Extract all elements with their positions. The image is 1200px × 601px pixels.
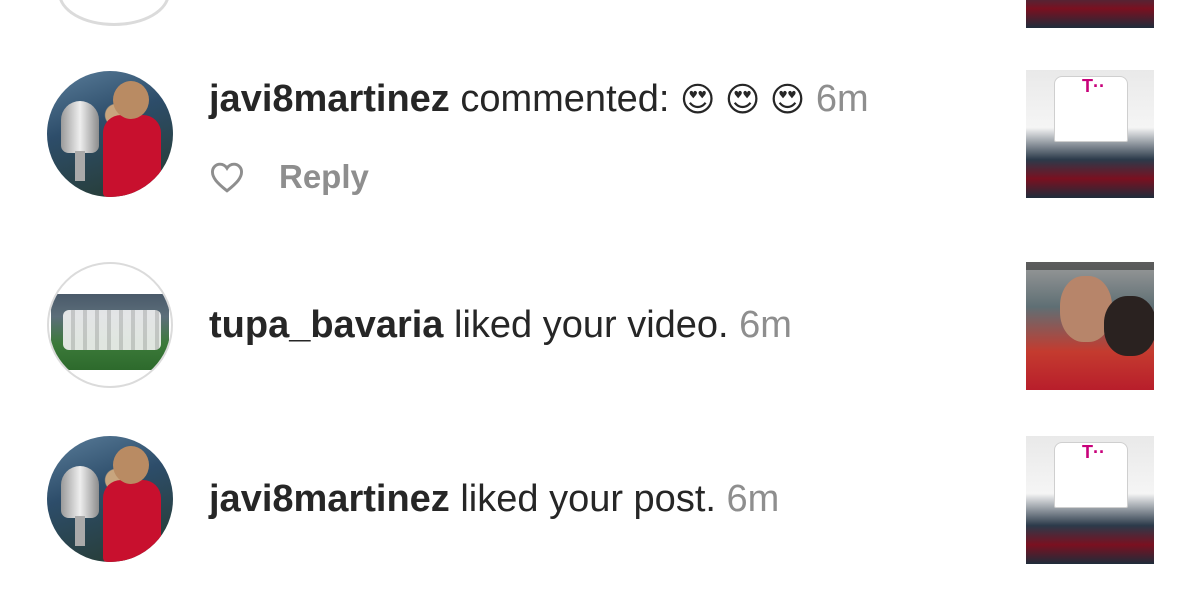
reply-button[interactable]: Reply	[279, 158, 369, 196]
timestamp: 6m	[815, 78, 869, 120]
comment-actions: Reply	[209, 157, 369, 197]
post-thumbnail[interactable]: T··	[1026, 436, 1154, 564]
notification-action: liked your post.	[460, 478, 716, 520]
telekom-logo-icon: T··	[1082, 76, 1105, 96]
notification-text: javi8martinez liked your post. 6m	[209, 478, 779, 521]
telekom-logo-icon: T··	[1082, 442, 1105, 462]
timestamp: 6m	[739, 304, 792, 346]
username[interactable]: tupa_bavaria	[209, 304, 443, 346]
timestamp: 6m	[726, 478, 780, 520]
post-thumbnail[interactable]: T··	[1026, 70, 1154, 198]
video-thumbnail[interactable]	[1026, 262, 1154, 390]
notification-action: liked your video.	[454, 304, 729, 346]
post-thumbnail-partial[interactable]	[1026, 0, 1154, 28]
avatar[interactable]	[47, 71, 173, 197]
avatar-partial[interactable]	[58, 0, 170, 26]
avatar[interactable]	[47, 262, 173, 388]
trophy-image	[61, 101, 99, 153]
heart-icon[interactable]	[209, 161, 245, 193]
avatar[interactable]	[47, 436, 173, 562]
notification-action: commented:	[460, 78, 670, 120]
trophy-image	[61, 466, 99, 518]
notification-text: javi8martinez commented: 😍 😍 😍 6m	[209, 78, 869, 121]
username[interactable]: javi8martinez	[209, 478, 450, 520]
comment-emojis: 😍 😍 😍	[680, 81, 806, 119]
notification-text: tupa_bavaria liked your video. 6m	[209, 304, 792, 347]
username[interactable]: javi8martinez	[209, 78, 450, 120]
